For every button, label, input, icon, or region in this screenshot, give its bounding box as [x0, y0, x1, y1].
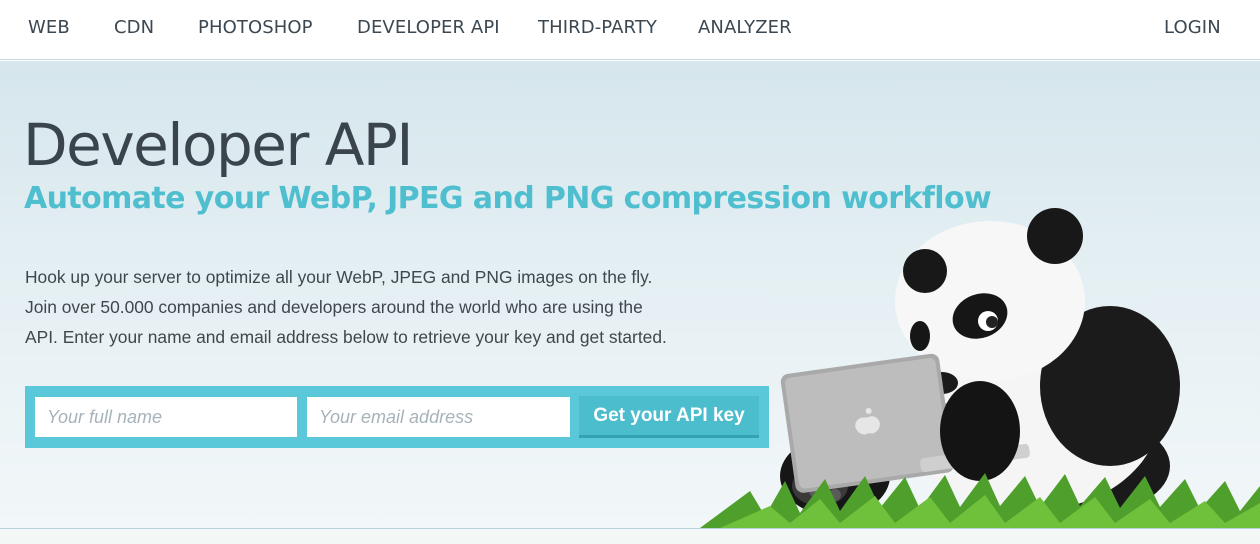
intro-line: Hook up your server to optimize all your… [25, 267, 653, 287]
email-input[interactable] [307, 397, 570, 437]
panda-laptop-illustration [700, 208, 1260, 528]
nav-link-third-party[interactable]: THIRD-PARTY [538, 0, 657, 60]
login-link[interactable]: LOGIN [1164, 0, 1221, 60]
page-title: Developer API [23, 111, 414, 179]
nav-link-web[interactable]: WEB [28, 0, 70, 60]
intro-line: API. Enter your name and email address b… [25, 327, 667, 347]
api-signup-form: Get your API key [25, 386, 769, 448]
top-navigation: WEB CDN PHOTOSHOP DEVELOPER API THIRD-PA… [0, 0, 1260, 60]
nav-link-analyzer[interactable]: ANALYZER [698, 0, 792, 60]
nav-link-photoshop[interactable]: PHOTOSHOP [198, 0, 313, 60]
hero-bottom-divider [0, 528, 1260, 544]
intro-text: Hook up your server to optimize all your… [25, 262, 725, 352]
nav-link-cdn[interactable]: CDN [114, 0, 154, 60]
nav-link-developer-api[interactable]: DEVELOPER API [357, 0, 500, 60]
hero-section: Developer API Automate your WebP, JPEG a… [0, 61, 1260, 528]
full-name-input[interactable] [35, 397, 297, 437]
intro-line: Join over 50.000 companies and developer… [25, 297, 643, 317]
